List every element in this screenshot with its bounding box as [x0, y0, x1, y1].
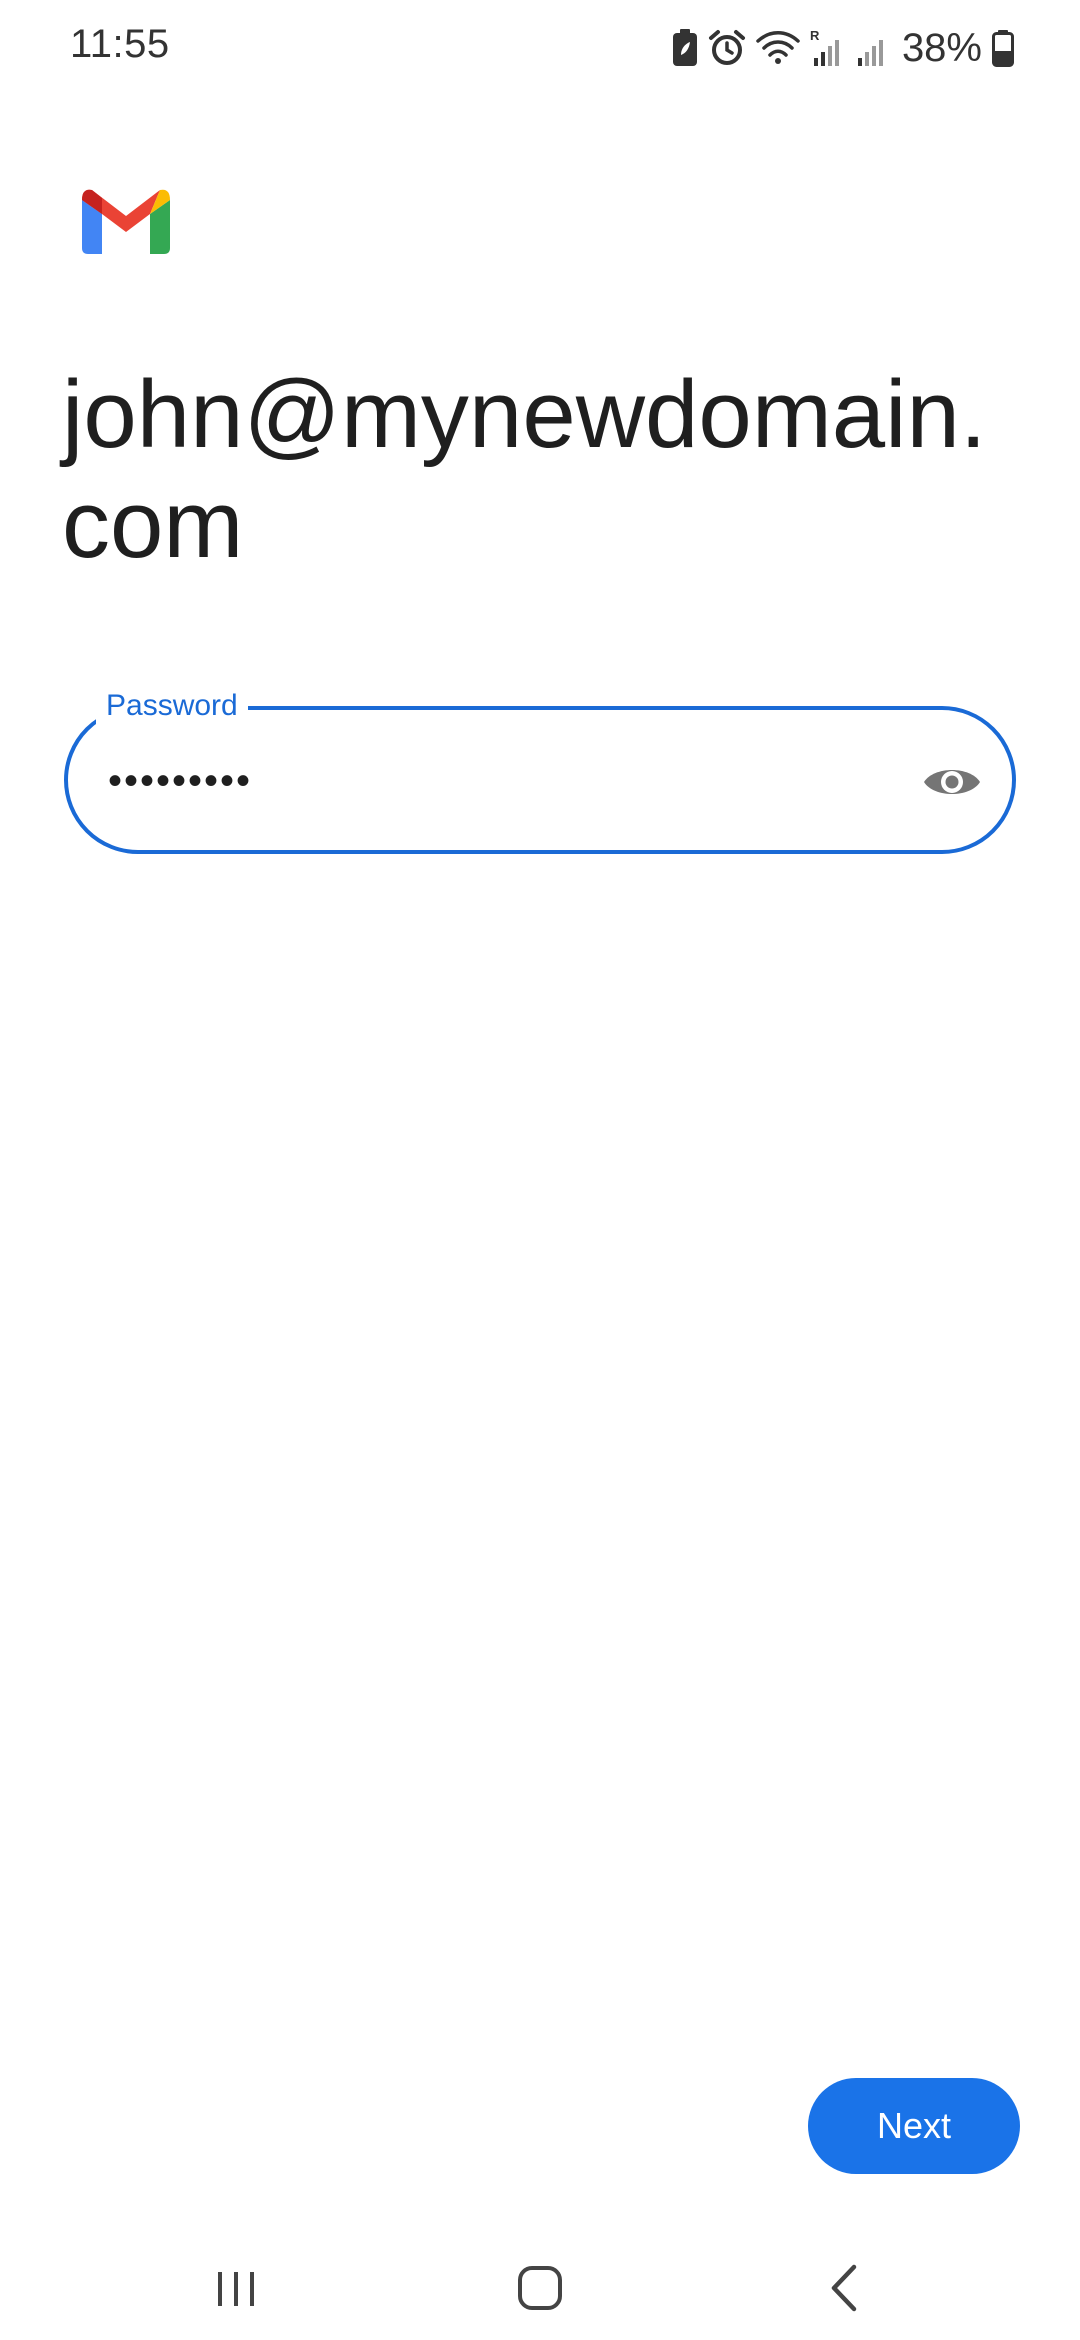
- signal-roaming-icon: R: [810, 28, 844, 68]
- recents-icon: [214, 2266, 258, 2315]
- home-icon: [517, 2265, 563, 2316]
- navigation-bar: [0, 2230, 1080, 2340]
- status-icons: R 38%: [672, 24, 1014, 72]
- show-password-toggle[interactable]: [922, 754, 982, 814]
- battery-percent: 38%: [901, 25, 982, 70]
- status-bar: 11:55 R 38%: [0, 0, 1080, 96]
- alarm-icon: [708, 29, 746, 67]
- svg-text:R: R: [810, 28, 820, 43]
- battery-saver-icon: [672, 29, 698, 67]
- account-email: john@mynewdomain.com: [62, 361, 987, 578]
- battery-icon: [992, 29, 1014, 67]
- password-label: Password: [96, 688, 248, 724]
- eye-icon: [922, 762, 982, 807]
- back-button[interactable]: [812, 2258, 876, 2322]
- wifi-icon: [756, 29, 800, 67]
- status-time: 11:55: [70, 22, 170, 66]
- password-input[interactable]: •••••••••: [108, 758, 252, 804]
- next-button[interactable]: Next: [808, 2078, 1020, 2174]
- home-button[interactable]: [508, 2258, 572, 2322]
- back-icon: [824, 2263, 864, 2318]
- recents-button[interactable]: [204, 2258, 268, 2322]
- gmail-logo-icon: [82, 186, 170, 254]
- password-field[interactable]: Password •••••••••: [64, 688, 1016, 854]
- signal-icon: [854, 28, 888, 68]
